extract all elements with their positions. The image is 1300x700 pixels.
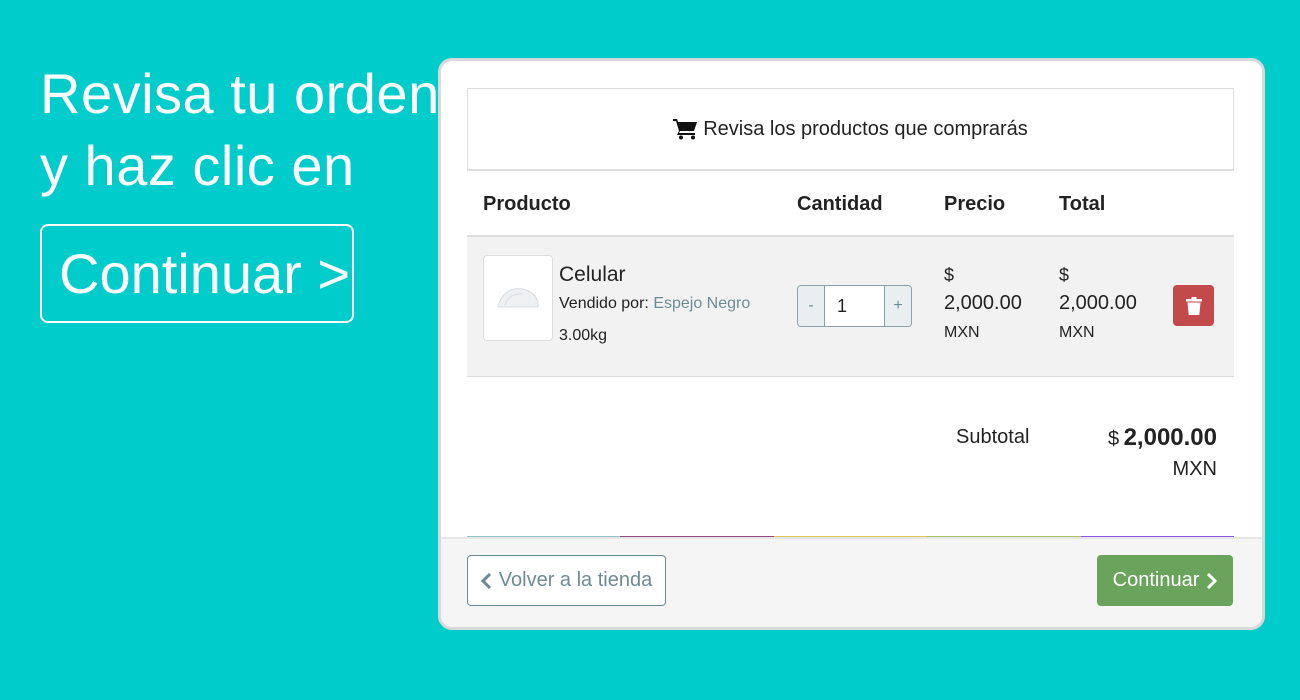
item-total: $ 2,000.00 MXN <box>1059 263 1137 347</box>
subtotal-symbol: $ <box>1108 428 1120 450</box>
column-header-product: Producto <box>483 193 571 215</box>
trash-icon <box>1185 296 1202 315</box>
chevron-left-icon <box>480 572 491 589</box>
total-amount: 2,000.00 <box>1059 292 1137 314</box>
column-header-total: Total <box>1059 193 1106 215</box>
quantity-input[interactable]: 1 <box>825 286 884 326</box>
card-footer: Volver a la tienda Continuar <box>441 537 1262 627</box>
product-weight: 3.00kg <box>559 327 608 344</box>
continue-label: Continuar <box>1112 569 1200 591</box>
subtotal-label: Subtotal <box>956 426 1030 448</box>
item-price: $ 2,000.00 MXN <box>944 263 1022 347</box>
subtotal-currency: MXN <box>1172 458 1217 480</box>
seller-label: Vendido por: <box>559 295 649 312</box>
quantity-stepper: - 1 + <box>797 285 912 327</box>
product-seller: Vendido por: Espejo Negro <box>559 295 750 313</box>
total-symbol: $ <box>1059 265 1070 285</box>
column-header-quantity: Cantidad <box>797 193 883 215</box>
remove-item-button[interactable] <box>1173 285 1214 326</box>
product-image-icon <box>497 288 539 308</box>
panel-header: Revisa los productos que comprarás <box>467 88 1234 171</box>
back-to-store-label: Volver a la tienda <box>498 569 653 591</box>
column-header-price: Precio <box>944 193 1006 215</box>
price-amount: 2,000.00 <box>944 292 1022 314</box>
product-name[interactable]: Celular <box>559 263 626 287</box>
cart-panel: Revisa los productos que comprarás Produ… <box>467 88 1235 542</box>
chevron-right-icon <box>1207 572 1218 589</box>
promo-text: Revisa tu orden y haz clic en <box>40 58 440 202</box>
table-header: Producto Cantidad Precio Total <box>467 171 1234 237</box>
total-currency: MXN <box>1059 324 1095 341</box>
price-currency: MXN <box>944 324 980 341</box>
panel-header-text: Revisa los productos que comprarás <box>703 117 1028 140</box>
table-row: Celular Vendido por: Espejo Negro 3.00kg… <box>467 237 1234 377</box>
cart-icon <box>673 119 698 140</box>
continue-button[interactable]: Continuar <box>1097 555 1233 606</box>
back-to-store-button[interactable]: Volver a la tienda <box>467 555 666 606</box>
product-thumbnail[interactable] <box>483 255 553 341</box>
promo-continue-badge: Continuar > <box>40 224 354 323</box>
quantity-decrease-button[interactable]: - <box>798 286 825 326</box>
subtotal-amount: 2,000.00 <box>1123 424 1217 451</box>
promo-line-2: y haz clic en <box>40 134 355 197</box>
subtotal-value: $ 2,000.00 MXN <box>1108 424 1217 481</box>
seller-link[interactable]: Espejo Negro <box>653 295 750 312</box>
quantity-increase-button[interactable]: + <box>884 286 911 326</box>
order-review-card: Revisa los productos que comprarás Produ… <box>438 58 1265 630</box>
promo-line-1: Revisa tu orden <box>40 62 440 125</box>
price-symbol: $ <box>944 265 955 285</box>
